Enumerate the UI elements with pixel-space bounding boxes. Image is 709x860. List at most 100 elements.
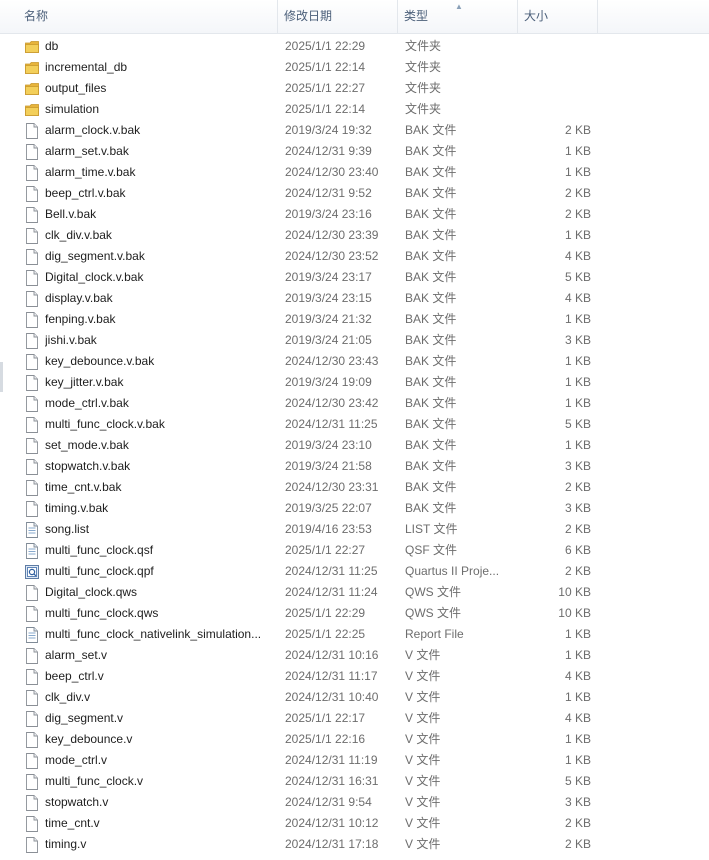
file-icon bbox=[25, 270, 39, 286]
file-icon bbox=[25, 417, 39, 433]
file-row[interactable]: mode_ctrl.v 2024/12/31 11:19 V 文件 1 KB bbox=[18, 750, 608, 771]
file-size: 1 KB bbox=[564, 228, 591, 242]
file-type: BAK 文件 bbox=[405, 375, 457, 389]
file-row[interactable]: multi_func_clock.v 2024/12/31 16:31 V 文件 5 … bbox=[18, 771, 608, 792]
file-type: BAK 文件 bbox=[405, 459, 457, 473]
file-size: 1 KB bbox=[564, 753, 591, 767]
file-row[interactable]: clk_div.v 2024/12/31 10:40 V 文件 1 KB bbox=[18, 687, 608, 708]
file-row[interactable]: jishi.v.bak 2019/3/24 21:05 BAK 文件 3 KB bbox=[18, 330, 608, 351]
file-icon bbox=[25, 375, 39, 391]
file-date: 2019/3/24 21:32 bbox=[285, 312, 372, 326]
file-row[interactable]: alarm_set.v.bak 2024/12/31 9:39 BAK 文件 1 KB bbox=[18, 141, 608, 162]
file-icon bbox=[25, 795, 39, 811]
file-date: 2019/3/24 19:32 bbox=[285, 123, 372, 137]
file-icon bbox=[25, 207, 39, 223]
file-date: 2019/3/24 19:09 bbox=[285, 375, 372, 389]
file-row[interactable]: dig_segment.v 2025/1/1 22:17 V 文件 4 KB bbox=[18, 708, 608, 729]
file-name: multi_func_clock.qws bbox=[45, 606, 159, 620]
file-row[interactable]: simulation 2025/1/1 22:14 文件夹 bbox=[18, 99, 608, 120]
file-row[interactable]: fenping.v.bak 2019/3/24 21:32 BAK 文件 1 KB bbox=[18, 309, 608, 330]
file-row[interactable]: stopwatch.v.bak 2019/3/24 21:58 BAK 文件 3 KB bbox=[18, 456, 608, 477]
file-row[interactable]: multi_func_clock_nativelink_simulation..… bbox=[18, 624, 608, 645]
file-name: fenping.v.bak bbox=[45, 312, 116, 326]
file-type: V 文件 bbox=[405, 732, 441, 746]
file-date: 2019/4/16 23:53 bbox=[285, 522, 372, 536]
file-date: 2024/12/30 23:40 bbox=[285, 165, 379, 179]
file-icon bbox=[25, 774, 39, 790]
file-date: 2024/12/31 10:40 bbox=[285, 690, 379, 704]
file-icon bbox=[25, 438, 39, 454]
file-icon bbox=[25, 396, 39, 412]
file-row[interactable]: db 2025/1/1 22:29 文件夹 bbox=[18, 36, 608, 57]
file-size: 2 KB bbox=[564, 207, 591, 221]
file-row[interactable]: mode_ctrl.v.bak 2024/12/30 23:42 BAK 文件 1 K… bbox=[18, 393, 608, 414]
file-name: multi_func_clock.qpf bbox=[45, 564, 154, 578]
column-header-size[interactable]: 大小 bbox=[518, 0, 598, 33]
file-row[interactable]: key_debounce.v 2025/1/1 22:16 V 文件 1 KB bbox=[18, 729, 608, 750]
file-size: 10 KB bbox=[558, 585, 591, 599]
file-row[interactable]: multi_func_clock.qpf 2024/12/31 11:25 Quar… bbox=[18, 561, 608, 582]
file-type: BAK 文件 bbox=[405, 207, 457, 221]
file-type: BAK 文件 bbox=[405, 165, 457, 179]
file-row[interactable]: set_mode.v.bak 2019/3/24 23:10 BAK 文件 1 KB bbox=[18, 435, 608, 456]
file-name: time_cnt.v.bak bbox=[45, 480, 122, 494]
file-date: 2025/1/1 22:29 bbox=[285, 606, 366, 620]
file-row[interactable]: song.list 2019/4/16 23:53 LIST 文件 2 KB bbox=[18, 519, 608, 540]
file-type: Report File bbox=[405, 627, 464, 641]
file-name: time_cnt.v bbox=[45, 816, 100, 830]
file-row[interactable]: alarm_clock.v.bak 2019/3/24 19:32 BAK 文件 2 … bbox=[18, 120, 608, 141]
file-type: BAK 文件 bbox=[405, 480, 457, 494]
file-type: BAK 文件 bbox=[405, 438, 457, 452]
file-row[interactable]: beep_ctrl.v.bak 2024/12/31 9:52 BAK 文件 2 KB bbox=[18, 183, 608, 204]
file-row[interactable]: stopwatch.v 2024/12/31 9:54 V 文件 3 KB bbox=[18, 792, 608, 813]
file-row[interactable]: incremental_db 2025/1/1 22:14 文件夹 bbox=[18, 57, 608, 78]
column-header-date[interactable]: 修改日期 bbox=[278, 0, 398, 33]
file-row[interactable]: time_cnt.v.bak 2024/12/30 23:31 BAK 文件 2 KB bbox=[18, 477, 608, 498]
file-row[interactable]: beep_ctrl.v 2024/12/31 11:17 V 文件 4 KB bbox=[18, 666, 608, 687]
file-row[interactable]: display.v.bak 2019/3/24 23:15 BAK 文件 4 KB bbox=[18, 288, 608, 309]
file-name: jishi.v.bak bbox=[45, 333, 97, 347]
file-name: key_debounce.v bbox=[45, 732, 133, 746]
file-name: multi_func_clock.qsf bbox=[45, 543, 154, 557]
file-size: 1 KB bbox=[564, 648, 591, 662]
file-type: BAK 文件 bbox=[405, 249, 457, 263]
file-row[interactable]: timing.v.bak 2019/3/25 22:07 BAK 文件 3 KB bbox=[18, 498, 608, 519]
file-row[interactable]: dig_segment.v.bak 2024/12/30 23:52 BAK 文件 4… bbox=[18, 246, 608, 267]
file-date: 2019/3/25 22:07 bbox=[285, 501, 372, 515]
file-size: 1 KB bbox=[564, 354, 591, 368]
file-icon bbox=[25, 711, 39, 727]
file-date: 2024/12/31 9:54 bbox=[285, 795, 372, 809]
file-row[interactable]: multi_func_clock.v.bak 2024/12/31 11:25 BA… bbox=[18, 414, 608, 435]
file-row[interactable]: Digital_clock.v.bak 2019/3/24 23:17 BAK 文件… bbox=[18, 267, 608, 288]
file-row[interactable]: time_cnt.v 2024/12/31 10:12 V 文件 2 KB bbox=[18, 813, 608, 834]
file-size: 1 KB bbox=[564, 732, 591, 746]
file-row[interactable]: key_jitter.v.bak 2019/3/24 19:09 BAK 文件 1 K… bbox=[18, 372, 608, 393]
file-size: 2 KB bbox=[564, 564, 591, 578]
file-row[interactable]: alarm_time.v.bak 2024/12/30 23:40 BAK 文件 1 … bbox=[18, 162, 608, 183]
file-name: beep_ctrl.v.bak bbox=[45, 186, 126, 200]
file-icon bbox=[25, 648, 39, 664]
file-date: 2024/12/30 23:42 bbox=[285, 396, 379, 410]
file-size: 2 KB bbox=[564, 837, 591, 851]
scroll-indicator[interactable] bbox=[0, 362, 3, 392]
file-size: 5 KB bbox=[564, 774, 591, 788]
file-row[interactable]: Bell.v.bak 2019/3/24 23:16 BAK 文件 2 KB bbox=[18, 204, 608, 225]
folder-icon bbox=[25, 60, 39, 76]
file-row[interactable]: Digital_clock.qws 2024/12/31 11:24 QWS 文件 1… bbox=[18, 582, 608, 603]
file-size: 2 KB bbox=[564, 123, 591, 137]
file-row[interactable]: output_files 2025/1/1 22:27 文件夹 bbox=[18, 78, 608, 99]
file-size: 3 KB bbox=[564, 501, 591, 515]
file-date: 2024/12/31 10:16 bbox=[285, 648, 379, 662]
file-row[interactable]: key_debounce.v.bak 2024/12/30 23:43 BAK 文件… bbox=[18, 351, 608, 372]
file-size: 6 KB bbox=[564, 543, 591, 557]
file-row[interactable]: multi_func_clock.qsf 2025/1/1 22:27 QSF 文件… bbox=[18, 540, 608, 561]
file-date: 2024/12/31 11:24 bbox=[285, 585, 378, 599]
file-icon bbox=[25, 669, 39, 685]
file-name: db bbox=[45, 39, 59, 53]
file-row[interactable]: multi_func_clock.qws 2025/1/1 22:29 QWS 文件… bbox=[18, 603, 608, 624]
file-row[interactable]: clk_div.v.bak 2024/12/30 23:39 BAK 文件 1 KB bbox=[18, 225, 608, 246]
column-header-name[interactable]: 名称 bbox=[18, 0, 278, 33]
file-date: 2024/12/31 11:25 bbox=[285, 564, 378, 578]
file-row[interactable]: alarm_set.v 2024/12/31 10:16 V 文件 1 KB bbox=[18, 645, 608, 666]
file-row[interactable]: timing.v 2024/12/31 17:18 V 文件 2 KB bbox=[18, 834, 608, 855]
